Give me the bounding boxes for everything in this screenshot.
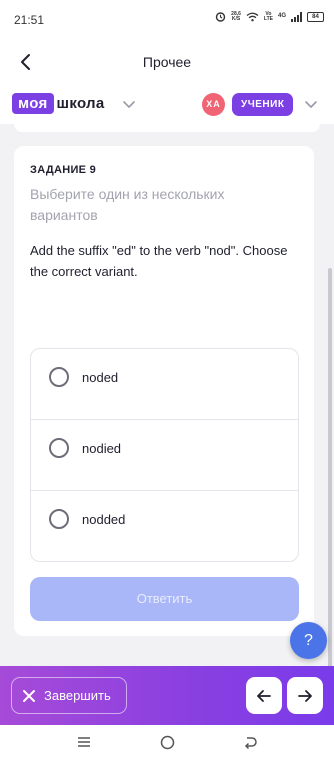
task-hint: Выберите один из нескольких вариантов xyxy=(30,186,225,223)
page-title: Прочее xyxy=(142,54,192,70)
logo-part-shkola: школа xyxy=(56,95,105,112)
radio-button[interactable] xyxy=(49,367,69,387)
radio-button[interactable] xyxy=(49,438,69,458)
back-system-icon[interactable] xyxy=(243,735,258,750)
answer-option-3[interactable]: nodded xyxy=(31,491,298,561)
task-card: ЗАДАНИЕ 9 Выберите один из нескольких ва… xyxy=(14,146,314,636)
next-task-button[interactable] xyxy=(287,677,323,714)
answer-option-label: nodded xyxy=(82,512,126,527)
status-time: 21:51 xyxy=(14,13,45,27)
answer-option-label: nodied xyxy=(82,441,122,456)
answer-options: noded nodied nodded xyxy=(30,348,299,562)
menu-icon[interactable] xyxy=(77,735,91,749)
app-logo[interactable]: моя школа xyxy=(12,93,105,114)
answer-option-label: noded xyxy=(82,370,119,385)
battery-icon: 84 xyxy=(307,11,324,22)
network-type-bottom: LTE xyxy=(263,15,273,22)
alarm-icon xyxy=(215,12,226,22)
network-type: Vo LTE xyxy=(263,11,273,22)
finish-label: Завершить xyxy=(44,688,111,703)
logo-part-moya: моя xyxy=(12,93,54,114)
role-badge[interactable]: УЧЕНИК xyxy=(232,93,294,116)
system-nav-bar xyxy=(0,725,334,763)
signal-icon xyxy=(291,11,302,22)
help-button[interactable]: ? xyxy=(290,622,327,659)
net-speed-unit: K/S xyxy=(231,15,241,22)
home-icon[interactable] xyxy=(160,735,175,750)
task-question: Add the suffix "ed" to the verb "nod". C… xyxy=(30,243,288,279)
status-bar: 21:51 28,6 K/S Vo LTE 4G 84 xyxy=(0,0,334,40)
answer-option-2[interactable]: nodied xyxy=(31,420,298,491)
previous-card-edge xyxy=(14,124,320,132)
brand-bar: моя школа ХА УЧЕНИК xyxy=(0,86,334,124)
net-speed: 28,6 K/S xyxy=(231,11,241,22)
radio-button[interactable] xyxy=(49,509,69,529)
previous-task-button[interactable] xyxy=(246,677,282,714)
signal-label: 4G xyxy=(277,13,286,19)
wifi-icon xyxy=(246,12,259,21)
avatar[interactable]: ХА xyxy=(202,93,225,116)
arrow-left-icon xyxy=(257,689,271,702)
chevron-down-icon[interactable] xyxy=(122,97,136,111)
close-icon xyxy=(23,689,35,702)
finish-button[interactable]: Завершить xyxy=(11,677,127,714)
chevron-down-icon[interactable] xyxy=(304,97,318,111)
task-number: ЗАДАНИЕ 9 xyxy=(30,164,97,176)
bottom-action-bar: Завершить xyxy=(0,666,334,725)
status-icons: 28,6 K/S Vo LTE 4G 84 xyxy=(215,11,324,22)
answer-option-1[interactable]: noded xyxy=(31,349,298,420)
app-nav-bar: Прочее xyxy=(0,40,334,86)
scrollbar[interactable] xyxy=(328,268,332,668)
arrow-right-icon xyxy=(298,689,312,702)
submit-answer-button[interactable]: Ответить xyxy=(30,577,299,621)
